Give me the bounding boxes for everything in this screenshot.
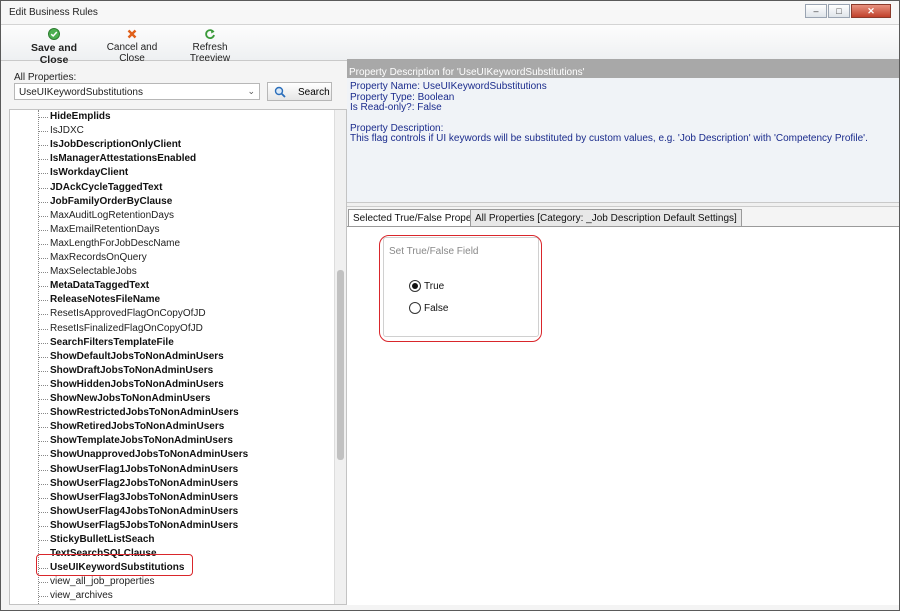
title-bar: Edit Business Rules – □ ✕: [1, 1, 899, 25]
tree-item[interactable]: MaxLengthForJobDescName: [38, 237, 180, 251]
tree-item[interactable]: JobFamilyOrderByClause: [38, 195, 172, 209]
tree-item[interactable]: MaxRecordsOnQuery: [39, 251, 147, 265]
tree-item[interactable]: ResetIsApprovedFlagOnCopyOfJD: [39, 307, 206, 321]
tree-item[interactable]: MaxAuditLogRetentionDays: [39, 209, 174, 223]
tree-item[interactable]: IsJDXC: [39, 124, 84, 138]
tree-item[interactable]: ShowUnapprovedJobsToNonAdminUsers: [38, 448, 248, 462]
refresh-icon: [205, 29, 215, 39]
tree-item[interactable]: ShowUserFlag4JobsToNonAdminUsers: [38, 505, 238, 519]
tree-scrollbar[interactable]: [334, 110, 346, 604]
tree-item[interactable]: ShowUserFlag1JobsToNonAdminUsers: [38, 463, 238, 477]
description-header: Property Description for 'UseUIKeywordSu…: [347, 59, 899, 78]
tree-item[interactable]: ShowRestrictedJobsToNonAdminUsers: [39, 406, 239, 420]
close-button[interactable]: ✕: [851, 4, 891, 18]
tab-all-properties[interactable]: All Properties [Category: _Job Descripti…: [470, 209, 742, 227]
property-tree[interactable]: HideEmplids IsJDXC IsJobDescriptionOnlyCli…: [9, 109, 347, 605]
tree-item[interactable]: ShowNewJobsToNonAdminUsers: [38, 392, 210, 406]
tree-item[interactable]: MaxSelectableJobs: [39, 265, 137, 279]
all-properties-label: All Properties:: [14, 72, 77, 83]
tree-item[interactable]: ResetIsFinalizedFlagOnCopyOfJD: [39, 322, 203, 336]
edit-business-rules-window: Edit Business Rules – □ ✕ Save and Close…: [0, 0, 900, 611]
tree-item[interactable]: ShowDraftJobsToNonAdminUsers: [38, 364, 213, 378]
selected-item-highlight: [36, 554, 193, 576]
minimize-button[interactable]: –: [805, 4, 827, 18]
cancel-and-close-button[interactable]: Cancel and Close: [97, 28, 167, 64]
property-description-text: This flag controls if UI keywords will b…: [350, 133, 868, 144]
tree-item[interactable]: ShowUserFlag2JobsToNonAdminUsers: [38, 477, 238, 491]
property-readonly-line: Is Read-only?: False: [350, 102, 442, 113]
tree-item[interactable]: ReleaseNotesFileName: [38, 293, 160, 307]
tree-item[interactable]: StickyBulletListSeach: [38, 533, 154, 547]
tree-item[interactable]: view_all_job_properties: [39, 575, 155, 589]
tree-item[interactable]: ShowUserFlag5JobsToNonAdminUsers: [38, 519, 238, 533]
property-detail-pane: Property Description for 'UseUIKeywordSu…: [347, 59, 899, 605]
property-select-value: UseUIKeywordSubstitutions: [19, 87, 143, 98]
tree-item[interactable]: IsJobDescriptionOnlyClient: [38, 138, 181, 152]
tree-item[interactable]: MetaDataTaggedText: [38, 279, 149, 293]
tree-item[interactable]: IsWorkdayClient: [38, 166, 128, 180]
property-tree-pane: All Properties: UseUIKeywordSubstitution…: [9, 67, 347, 605]
save-and-close-button[interactable]: Save and Close: [19, 28, 89, 66]
tree-item[interactable]: ShowUserFlag3JobsToNonAdminUsers: [38, 491, 238, 505]
tree-item[interactable]: ShowHiddenJobsToNonAdminUsers: [39, 378, 224, 392]
tree-item[interactable]: ShowDefaultJobsToNonAdminUsers: [39, 350, 224, 364]
refresh-treeview-button[interactable]: Refresh Treeview: [175, 28, 245, 64]
pane-splitter[interactable]: [347, 203, 899, 207]
maximize-button[interactable]: □: [828, 4, 850, 18]
chevron-down-icon: ⌄: [247, 86, 255, 96]
tab-content: Set True/False Field True False: [347, 226, 899, 605]
tree-item[interactable]: MaxEmailRetentionDays: [39, 223, 160, 237]
tree-item[interactable]: SearchFiltersTemplateFile: [39, 336, 174, 350]
search-icon: [274, 86, 286, 98]
window-controls: – □ ✕: [804, 4, 891, 18]
tree-item[interactable]: IsManagerAttestationsEnabled: [38, 152, 196, 166]
property-select[interactable]: UseUIKeywordSubstitutions ⌄: [14, 83, 260, 100]
tree-item[interactable]: ShowRetiredJobsToNonAdminUsers: [38, 420, 224, 434]
tree-item[interactable]: JDAckCycleTaggedText: [38, 181, 162, 195]
window-title: Edit Business Rules: [9, 7, 98, 18]
property-name-line: Property Name: UseUIKeywordSubstitutions: [350, 81, 547, 92]
cancel-x-icon: [127, 29, 137, 39]
tree-scrollbar-thumb[interactable]: [337, 270, 344, 460]
tree-item[interactable]: HideEmplids: [39, 110, 111, 124]
field-highlight: [379, 235, 542, 342]
tree-item[interactable]: ShowTemplateJobsToNonAdminUsers: [39, 434, 233, 448]
search-button[interactable]: Search: [267, 82, 332, 101]
description-panel: Property Name: UseUIKeywordSubstitutions…: [347, 78, 899, 203]
tree-item[interactable]: view_archives: [39, 589, 113, 603]
save-check-icon: [48, 28, 60, 40]
detail-tabs: Selected True/False Property All Propert…: [347, 209, 899, 228]
toolbar: Save and Close Cancel and Close Refresh …: [1, 25, 899, 66]
